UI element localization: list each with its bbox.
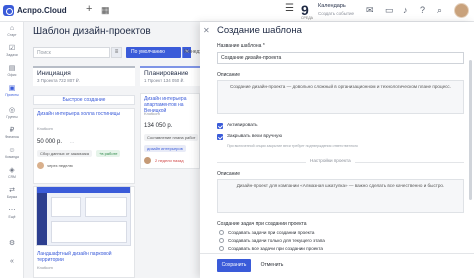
column-title: Инициация [37, 70, 71, 77]
sidebar-item-start[interactable]: ⌂ Старт [0, 25, 24, 37]
page-title: Шаблон дизайн-проектов [33, 26, 151, 37]
column-summary: 1 Проект 134 050 ₽. [144, 78, 185, 83]
tasks-icon: ☑ [8, 45, 16, 52]
project-card-company: Knotkom [37, 126, 53, 131]
chat-icon[interactable]: ▭ [385, 5, 394, 16]
apps-grid-icon[interactable]: ▦ [101, 5, 110, 16]
project-description-label: Описание [217, 171, 241, 177]
tag-chip: дизайн интерьеров [144, 145, 186, 152]
create-plus-icon[interactable]: + [86, 3, 92, 15]
scrollbar[interactable] [469, 60, 472, 200]
radio-create-tasks-label: Создавать задачи при создании проекта [228, 230, 315, 235]
office-icon: ▤ [8, 65, 16, 72]
sort-default-button[interactable]: По умолчанию [126, 47, 181, 58]
project-preview-image [36, 186, 131, 246]
settings-gear-icon[interactable]: ⚙ [0, 240, 24, 248]
close-icon[interactable]: ✕ [203, 26, 210, 35]
project-card-deadline: 2 недели назад [155, 158, 184, 163]
column-title: Планирование [144, 70, 189, 77]
project-card-title[interactable]: Дизайн интерьера холла гостиницы [37, 111, 122, 117]
search-icon[interactable]: ⌕ [437, 5, 442, 16]
project-description-field[interactable]: Дизайн-проект для компании «Алмазная шка… [217, 179, 464, 213]
status-badge: +в работе [96, 150, 121, 157]
team-icon: ☺ [8, 147, 16, 154]
sidebar-item-team[interactable]: ☺ Команда [0, 147, 24, 159]
template-name-field[interactable]: Создание дизайн-проекта [217, 52, 464, 64]
collapse-icon[interactable]: « [0, 258, 24, 266]
sidebar-item-exchange[interactable]: ⇄ Биржа [0, 187, 24, 199]
projects-icon: ▣ [8, 85, 16, 92]
activate-checkbox[interactable] [217, 123, 223, 129]
radio-all-tasks[interactable] [219, 246, 224, 251]
crm-icon: ◈ [9, 167, 15, 174]
exchange-icon: ⇄ [9, 187, 15, 194]
search-input[interactable]: Поиск [33, 47, 110, 58]
avatar[interactable] [454, 3, 469, 18]
project-card-deadline: через неделю [47, 163, 73, 168]
help-icon[interactable]: ? [420, 5, 425, 15]
mail-icon[interactable]: ✉ [366, 5, 374, 16]
sidebar-item-office[interactable]: ▤ Офис [0, 65, 24, 77]
sidebar-item-finance[interactable]: ₽ Финансы [0, 127, 24, 139]
quick-create-button[interactable]: Быстрое создание [33, 95, 135, 105]
avatar [37, 162, 44, 169]
description-field[interactable]: Создание дизайн-проекта — довольно сложн… [217, 80, 464, 114]
radio-current-stage-label: Создавать задачи только для текущего эта… [228, 238, 325, 243]
avatar [144, 157, 151, 164]
filter-icon: ≡ [114, 49, 119, 55]
bell-icon[interactable]: ♪ [403, 5, 408, 15]
cancel-button[interactable]: Отменить [257, 259, 287, 272]
column-initiation: Инициация 3 Проекта 722 807 ₽. [33, 66, 135, 86]
sidebar-item-tasks[interactable]: ☑ Задачи [0, 45, 24, 57]
manual-close-hint: При включенной опции закрытие вехи требу… [227, 144, 358, 148]
calendar-title[interactable]: Календарь [318, 3, 346, 9]
save-button[interactable]: Сохранить [217, 259, 251, 272]
section-title: Настройки проекта [306, 158, 355, 163]
project-card-company: Knotkom [144, 111, 160, 116]
radio-current-stage[interactable] [219, 238, 224, 243]
column-planning: Планирование 1 Проект 134 050 ₽. [140, 66, 200, 86]
app-brand[interactable]: Аспро.Cloud [17, 6, 67, 15]
more-icon: ⋯ [8, 207, 16, 214]
sidebar-item-crm[interactable]: ◈ CRM [0, 167, 24, 179]
project-card-title[interactable]: Ландшафтный дизайн парковой территории [37, 251, 132, 263]
manual-close-label: Закрывать вехи вручную [227, 134, 283, 139]
sidebar-item-more[interactable]: ⋯ Ещё [0, 207, 24, 219]
groups-icon: ◎ [8, 107, 16, 114]
calendar-day-of-week: СРЕДА [301, 16, 313, 20]
finance-icon: ₽ [9, 127, 15, 134]
sidebar-item-projects[interactable]: ▣ Проекты [0, 85, 24, 97]
card-menu-icon[interactable]: ⋯ [70, 140, 74, 145]
activate-label: Активировать [227, 123, 258, 128]
menu-icon[interactable]: ☰ [285, 3, 294, 14]
create-event-link[interactable]: Создать событие [318, 11, 354, 16]
sidebar-item-groups[interactable]: ◎ Группы [0, 107, 24, 119]
home-icon: ⌂ [9, 25, 15, 32]
column-summary: 3 Проекта 722 807 ₽. [37, 78, 80, 83]
project-card-amount: 134 050 р. [144, 123, 173, 129]
filter-button[interactable]: ≡ [111, 47, 122, 58]
panel-title: Создание шаблона [217, 25, 302, 36]
project-stage-chip: Сбор данных от заказчика [37, 150, 92, 157]
project-card[interactable] [33, 108, 135, 184]
project-card-company: Knotkom [37, 265, 53, 270]
project-stage-chip: Составление плана работ [144, 134, 199, 141]
project-card-amount: 50 000 р. [37, 139, 63, 145]
task-creation-label: Создание задач при создании проекта [217, 221, 307, 227]
manual-close-checkbox[interactable] [217, 134, 223, 140]
radio-all-tasks-label: Создавать все задачи при создании проект… [228, 246, 323, 251]
radio-create-tasks[interactable] [219, 230, 224, 235]
app-logo-icon[interactable] [3, 5, 14, 16]
description-label: Описание [217, 72, 241, 78]
template-name-label: Название шаблона * [217, 43, 265, 49]
